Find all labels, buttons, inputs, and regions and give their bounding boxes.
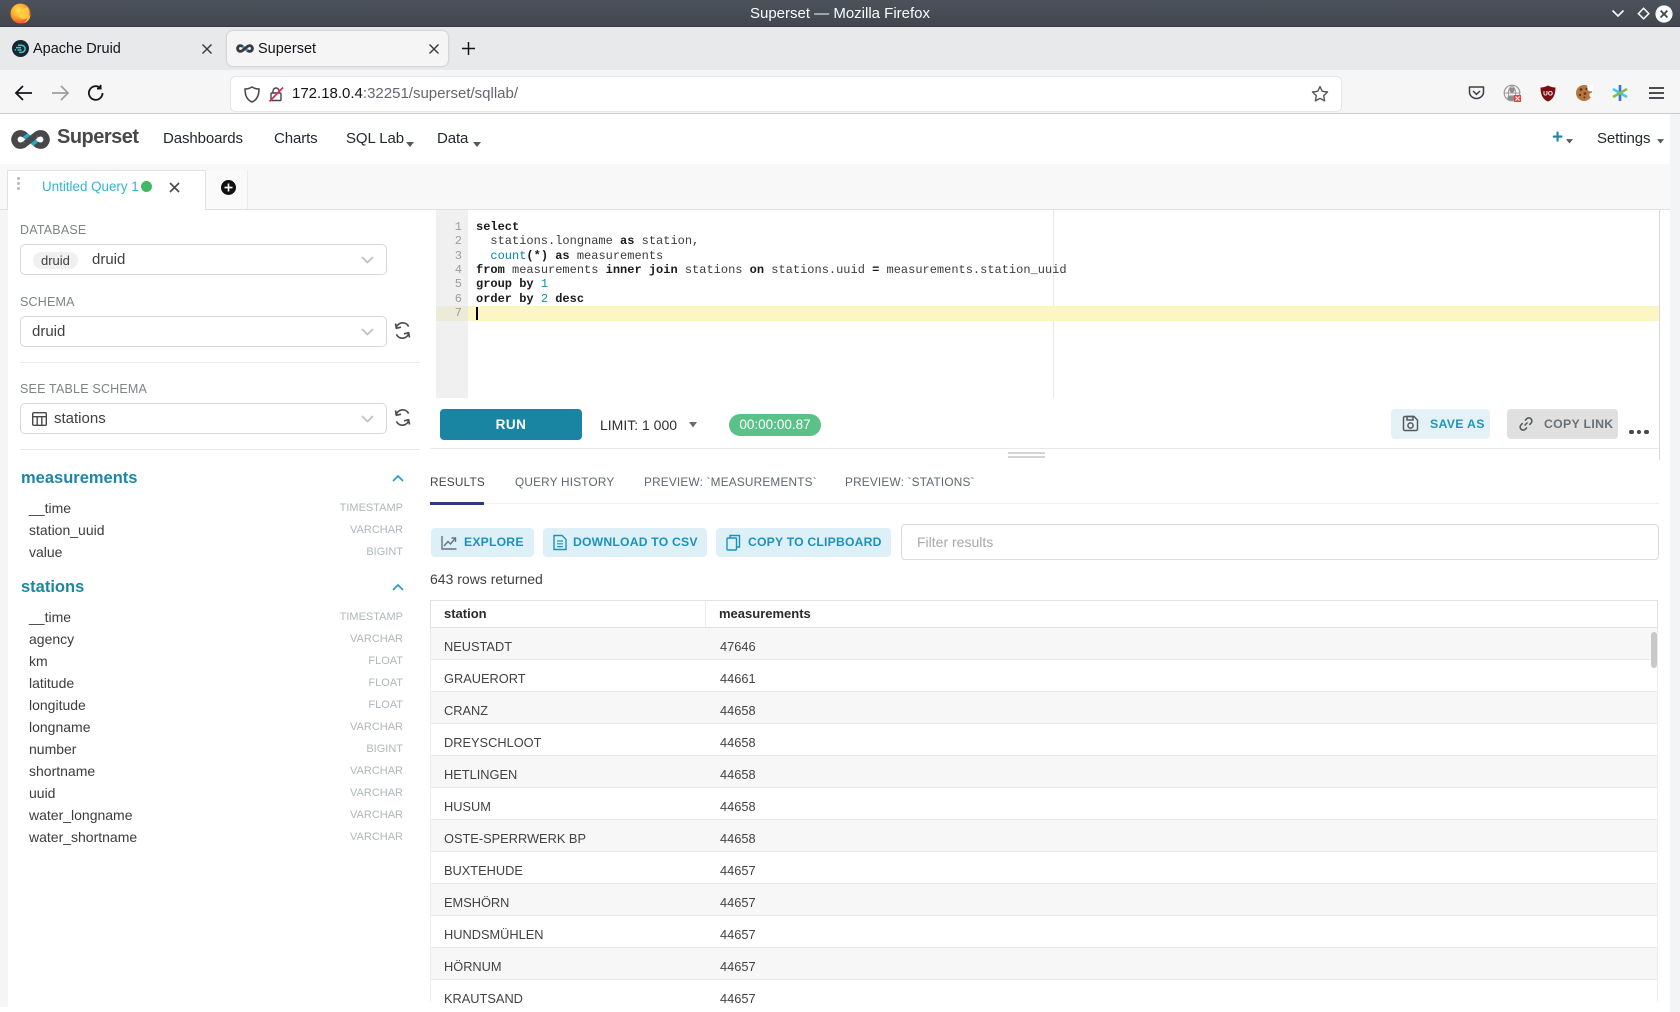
svg-text:UO: UO [1543, 91, 1553, 98]
